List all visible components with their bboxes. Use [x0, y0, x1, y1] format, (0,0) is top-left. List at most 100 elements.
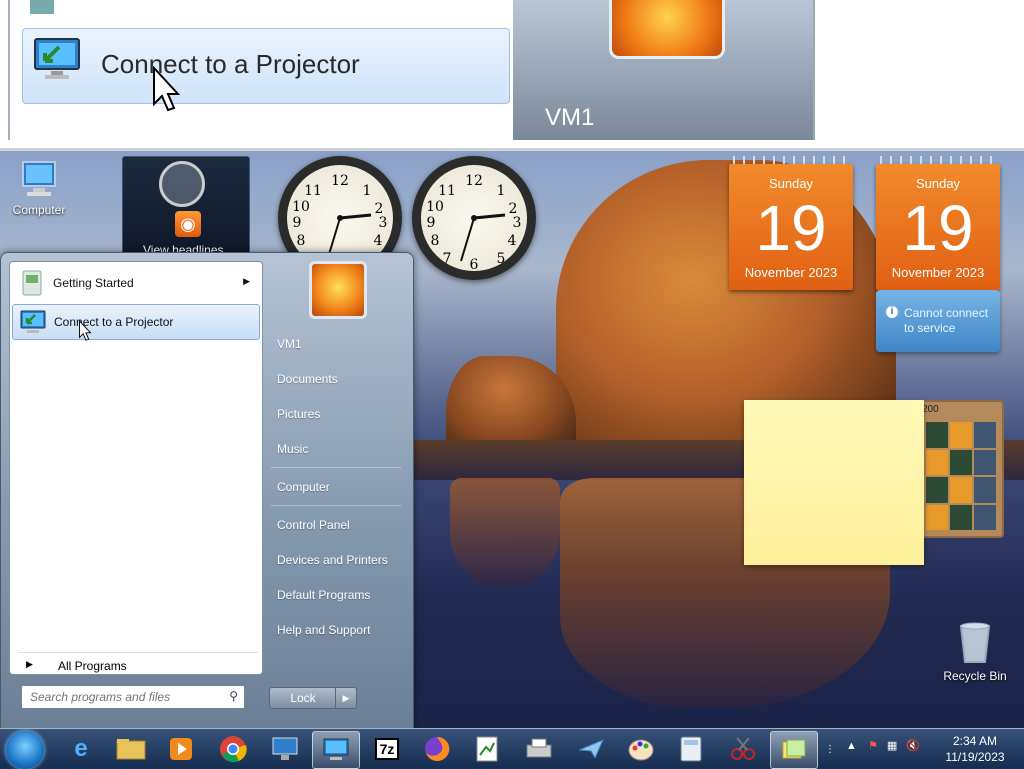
- svg-text:5: 5: [497, 251, 506, 267]
- file-explorer-icon[interactable]: [108, 731, 154, 767]
- svg-text:8: 8: [297, 233, 306, 249]
- weather-error-notice[interactable]: i Cannot connect to service: [876, 290, 1000, 352]
- sticky-notes-taskbar-icon[interactable]: [770, 731, 818, 769]
- recycle-bin-desktop-icon[interactable]: Recycle Bin: [940, 620, 1010, 683]
- clock-face-icon: 12 1 2 3 4 5 6 7 8 9 10 11: [426, 173, 522, 273]
- taskbar: e 7z ⋮ ▲ ⚑ ▦ 🔇 2:34 AM 11/19/2023: [0, 728, 1024, 769]
- start-link-computer[interactable]: Computer: [277, 480, 330, 494]
- search-input[interactable]: [28, 687, 222, 707]
- svg-text:3: 3: [513, 215, 522, 231]
- internet-explorer-icon[interactable]: e: [58, 731, 104, 767]
- notice-text: Cannot connect to service: [904, 306, 989, 335]
- calendar-gadget-1[interactable]: Sunday 19 November 2023: [729, 156, 853, 290]
- paper-plane-icon[interactable]: [568, 731, 614, 767]
- volume-muted-icon[interactable]: 🔇: [906, 740, 920, 752]
- magnified-user-picture: [609, 0, 725, 59]
- svg-text:11: 11: [304, 183, 322, 199]
- svg-text:6: 6: [470, 257, 479, 271]
- calendar-page: Sunday 19 November 2023: [729, 164, 853, 290]
- network-icon[interactable]: ▦: [887, 740, 897, 752]
- snipping-tool-icon[interactable]: [720, 731, 766, 767]
- calculator-icon[interactable]: [668, 731, 714, 767]
- calendar-page: Sunday 19 November 2023: [876, 164, 1000, 290]
- feed-headlines-gadget[interactable]: ◉ View headlines: [122, 156, 250, 258]
- lock-button[interactable]: Lock: [269, 687, 337, 709]
- cursor-arrow-icon: [153, 66, 180, 112]
- show-hidden-icons-icon[interactable]: ▲: [846, 740, 857, 752]
- start-link-music[interactable]: Music: [277, 442, 308, 456]
- seven-zip-icon[interactable]: 7z: [364, 731, 410, 767]
- start-menu: Getting Started ▶ Connect to a Projector…: [0, 252, 414, 730]
- sticky-note-gadget[interactable]: [744, 400, 924, 565]
- paint-icon[interactable]: [618, 731, 664, 767]
- magnifier-glass-icon: [159, 161, 205, 207]
- svg-text:8: 8: [431, 233, 440, 249]
- remote-desktop-icon[interactable]: [262, 731, 308, 767]
- start-item-connect-projector[interactable]: Connect to a Projector: [12, 304, 260, 340]
- clock-time: 2:34 AM: [952, 734, 998, 748]
- start-orb-button[interactable]: [6, 731, 44, 769]
- calendar-day: Sunday: [915, 176, 961, 191]
- user-picture[interactable]: [309, 261, 367, 319]
- computer-icon: [22, 161, 56, 196]
- expand-arrow-icon: ▶: [26, 659, 33, 669]
- svg-text:9: 9: [427, 215, 436, 231]
- calendar-day: Sunday: [768, 176, 814, 191]
- svg-text:12: 12: [465, 173, 483, 189]
- calendar-month-year: November 2023: [744, 265, 838, 280]
- system-clock[interactable]: 2:34 AM 11/19/2023: [940, 733, 1010, 765]
- svg-text:7: 7: [443, 251, 452, 267]
- magnifier-strip: Connect to a Projector VM1: [0, 0, 1024, 151]
- magnified-connect-projector-item[interactable]: Connect to a Projector: [22, 28, 510, 104]
- start-link-pictures[interactable]: Pictures: [277, 407, 320, 421]
- svg-text:1: 1: [497, 183, 506, 199]
- search-icon[interactable]: ⚲: [229, 689, 238, 703]
- start-item-label: Connect to a Projector: [54, 315, 174, 329]
- magnified-desktop-area: [813, 0, 1024, 140]
- projector-monitor-icon: [34, 38, 80, 79]
- puzzle-timer: 200: [922, 404, 939, 415]
- info-icon: i: [886, 306, 898, 318]
- calendar-month-year: November 2023: [891, 265, 985, 280]
- start-item-getting-started[interactable]: Getting Started ▶: [12, 266, 258, 300]
- chrome-icon[interactable]: [210, 731, 256, 767]
- puzzle-grid[interactable]: [926, 422, 996, 530]
- svg-text:10: 10: [426, 199, 444, 215]
- start-link-control-panel[interactable]: Control Panel: [277, 518, 350, 532]
- clock-gadget-2[interactable]: 12 1 2 3 4 5 6 7 8 9 10 11: [412, 156, 536, 280]
- submenu-arrow-icon: ▶: [243, 276, 250, 286]
- start-link-help-support[interactable]: Help and Support: [277, 623, 370, 637]
- svg-text:10: 10: [292, 199, 310, 215]
- recycle-bin-label: Recycle Bin: [943, 669, 1007, 683]
- firefox-icon[interactable]: [414, 731, 460, 767]
- wallpaper-reflection-small: [450, 478, 560, 588]
- rss-icon: ◉: [175, 211, 201, 237]
- media-player-icon[interactable]: [158, 731, 204, 767]
- svg-text:4: 4: [508, 233, 517, 249]
- action-center-flag-icon[interactable]: ⚑: [868, 740, 878, 752]
- computer-icon-label: Computer: [12, 203, 66, 217]
- connect-projector-taskbar-icon[interactable]: [312, 731, 360, 769]
- calendar-gadget-2[interactable]: Sunday 19 November 2023: [876, 156, 1000, 290]
- svg-text:1: 1: [363, 183, 372, 199]
- clock-face: 12 1 2 3 4 5 6 7 8 9 10 11: [421, 165, 527, 273]
- start-link-user[interactable]: VM1: [277, 337, 302, 351]
- start-link-devices-printers[interactable]: Devices and Printers: [277, 553, 388, 567]
- svg-text:12: 12: [331, 173, 349, 189]
- separator: [271, 505, 401, 506]
- start-search-box[interactable]: ⚲: [21, 685, 245, 709]
- notification-tray: ▲ ⚑ ▦ 🔇: [846, 739, 920, 752]
- magnified-user-label: VM1: [545, 104, 595, 131]
- recycle-bin-icon: [959, 622, 991, 663]
- fax-scan-icon[interactable]: [516, 731, 562, 767]
- calendar-date: 19: [755, 192, 827, 264]
- sketch-app-icon[interactable]: [464, 731, 510, 767]
- taskbar-scroll-arrows-icon[interactable]: ⋮: [822, 731, 838, 767]
- start-link-documents[interactable]: Documents: [277, 372, 338, 386]
- all-programs-button[interactable]: ▶ All Programs: [18, 652, 258, 675]
- computer-desktop-icon[interactable]: Computer: [8, 160, 70, 217]
- picture-puzzle-gadget[interactable]: 200: [918, 400, 1004, 538]
- shutdown-options-arrow-icon[interactable]: ▶: [335, 687, 357, 709]
- magnified-item-label: Connect to a Projector: [101, 49, 360, 79]
- start-link-default-programs[interactable]: Default Programs: [277, 588, 370, 602]
